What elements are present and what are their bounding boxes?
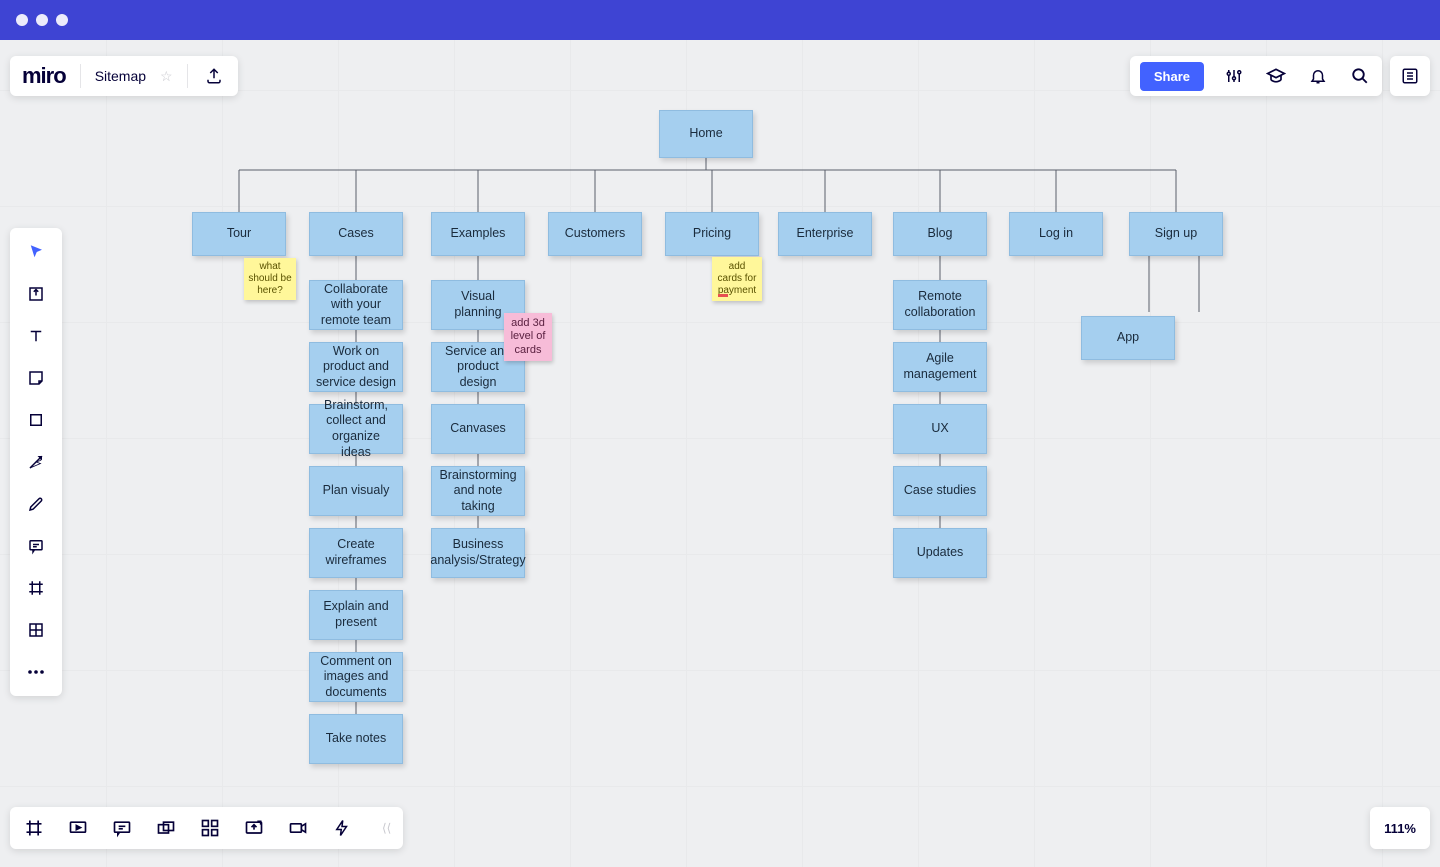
cards-icon[interactable] [154, 816, 178, 840]
sitemap-col[interactable]: Tour [192, 212, 286, 256]
bolt-icon[interactable] [330, 816, 354, 840]
sitemap-col[interactable]: Pricing [665, 212, 759, 256]
video-icon[interactable] [286, 816, 310, 840]
logo[interactable]: miro [22, 63, 66, 89]
canvas-area[interactable]: Home Tour Cases Collaborate with your remot… [0, 40, 1440, 867]
bell-icon[interactable] [1306, 64, 1330, 88]
sitemap-child[interactable]: Work on product and service design [309, 342, 403, 392]
search-icon[interactable] [1348, 64, 1372, 88]
sitemap-col[interactable]: Log in [1009, 212, 1103, 256]
topbar-right: Share [1130, 56, 1382, 96]
sitemap-root[interactable]: Home [659, 110, 753, 158]
line-tool[interactable] [20, 448, 52, 476]
sitemap-child[interactable]: Collaborate with your remote team [309, 280, 403, 330]
table-tool[interactable] [20, 616, 52, 644]
sitemap-child[interactable]: Plan visualy [309, 466, 403, 516]
sitemap-child[interactable]: Case studies [893, 466, 987, 516]
screenshare-icon[interactable] [242, 816, 266, 840]
sitemap-col[interactable]: Examples [431, 212, 525, 256]
divider [80, 64, 81, 88]
window-dot[interactable] [36, 14, 48, 26]
sitemap-child[interactable]: Business analysis/Strategy [431, 528, 525, 578]
window-titlebar [0, 0, 1440, 40]
sticky-tool[interactable] [20, 364, 52, 392]
sidepanel-toggle[interactable] [1390, 56, 1430, 96]
cursor-tool[interactable] [20, 238, 52, 266]
board-name[interactable]: Sitemap [95, 68, 146, 84]
sitemap-col[interactable]: Enterprise [778, 212, 872, 256]
sticky-note-yellow[interactable]: what should be here? [244, 258, 296, 300]
sitemap-child[interactable]: Updates [893, 528, 987, 578]
sitemap-child[interactable]: Comment on images and documents [309, 652, 403, 702]
toolbar [10, 228, 62, 696]
sitemap-col[interactable]: Blog [893, 212, 987, 256]
text-tool[interactable] [20, 322, 52, 350]
window-dot[interactable] [56, 14, 68, 26]
sitemap-child[interactable]: Agile management [893, 342, 987, 392]
collapse-icon[interactable]: ⟨⟨ [382, 821, 391, 835]
sitemap-child[interactable]: Brainstorm, collect and organize ideas [309, 404, 403, 454]
export-icon[interactable] [202, 64, 226, 88]
divider [187, 64, 188, 88]
sitemap-child[interactable]: App [1081, 316, 1175, 360]
sitemap-child[interactable]: UX [893, 404, 987, 454]
learn-icon[interactable] [1264, 64, 1288, 88]
sitemap-child[interactable]: Create wireframes [309, 528, 403, 578]
more-tools[interactable] [20, 658, 52, 686]
sticky-note-pink[interactable]: add 3d level of cards [504, 313, 552, 361]
sitemap-child[interactable]: Take notes [309, 714, 403, 764]
sitemap-child[interactable]: Explain and present [309, 590, 403, 640]
sitemap-child[interactable]: Remote collaboration [893, 280, 987, 330]
sitemap-child[interactable]: Canvases [431, 404, 525, 454]
sticky-note-yellow[interactable]: add cards for payment [712, 257, 762, 301]
pen-tool[interactable] [20, 490, 52, 518]
note-tag [718, 294, 728, 297]
share-button[interactable]: Share [1140, 62, 1204, 91]
sitemap-col[interactable]: Sign up [1129, 212, 1223, 256]
comment-tool[interactable] [20, 532, 52, 560]
star-icon[interactable]: ☆ [160, 68, 173, 85]
topbar-left: miro Sitemap ☆ [10, 56, 238, 96]
window-dot[interactable] [16, 14, 28, 26]
sitemap-child[interactable]: Brainstorming and note taking [431, 466, 525, 516]
apps-icon[interactable] [198, 816, 222, 840]
sitemap-col[interactable]: Cases [309, 212, 403, 256]
sitemap-col[interactable]: Customers [548, 212, 642, 256]
note-text: add cards for payment [716, 261, 758, 297]
template-tool[interactable] [20, 280, 52, 308]
bottom-toolbar: ⟨⟨ [10, 807, 403, 849]
present-icon[interactable] [66, 816, 90, 840]
frames-icon[interactable] [22, 816, 46, 840]
settings-icon[interactable] [1222, 64, 1246, 88]
zoom-level[interactable]: 111% [1370, 807, 1430, 849]
comments-icon[interactable] [110, 816, 134, 840]
frame-tool[interactable] [20, 574, 52, 602]
grid-bg [0, 40, 1440, 867]
shape-tool[interactable] [20, 406, 52, 434]
